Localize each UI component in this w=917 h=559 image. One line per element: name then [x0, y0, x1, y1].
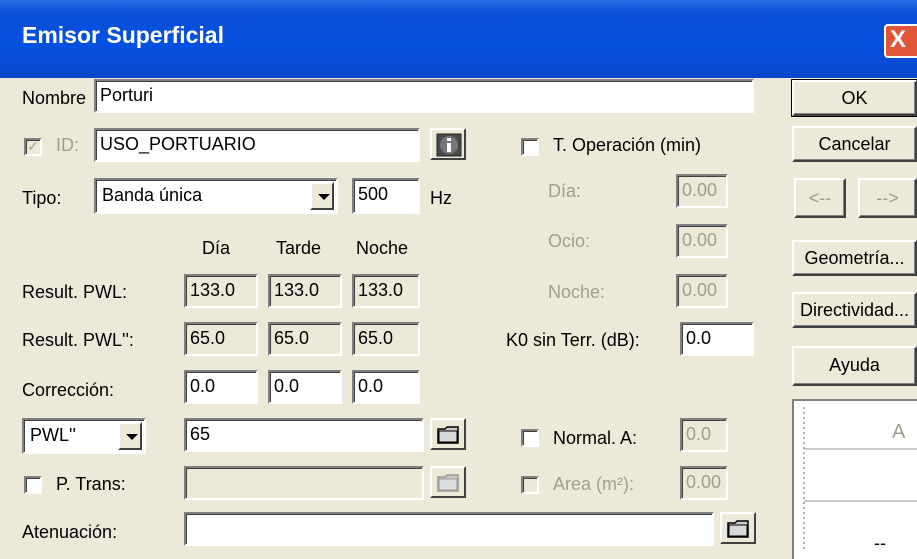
k0-label: K0 sin Terr. (dB):: [506, 330, 640, 350]
toperacion-label: T. Operación (min): [553, 135, 702, 155]
noche-label: Noche:: [548, 282, 606, 302]
preview-bottom-label: --: [874, 533, 886, 553]
tipo-label: Tipo:: [22, 188, 62, 208]
tipo-select[interactable]: Banda única: [94, 178, 338, 214]
cancel-button[interactable]: Cancelar: [792, 126, 917, 162]
col-dia: Día: [202, 238, 231, 258]
id-input[interactable]: USO_PORTUARIO: [94, 128, 420, 162]
correccion-dia[interactable]: 0.0: [184, 370, 258, 404]
correccion-tarde[interactable]: 0.0: [268, 370, 342, 404]
normal-checkbox[interactable]: [521, 429, 539, 447]
ayuda-button[interactable]: Ayuda: [792, 346, 917, 386]
ptrans-browse-button[interactable]: [430, 466, 466, 498]
pwl-value-input[interactable]: 65: [184, 418, 424, 452]
frequency-unit: Hz: [430, 188, 452, 208]
col-noche: Noche: [356, 238, 409, 258]
info-icon: [436, 133, 462, 157]
area-label: Area (m²):: [553, 474, 634, 494]
area-checkbox[interactable]: [521, 476, 539, 494]
window-title: Emisor Superficial: [22, 22, 224, 48]
pwl-type-value: PWL'': [30, 425, 76, 445]
col-tarde: Tarde: [276, 238, 322, 258]
ptrans-label: P. Trans:: [56, 474, 126, 494]
preview-corner-label: A: [892, 421, 906, 443]
pwl-noche: 133.0: [352, 274, 420, 308]
atenuacion-input[interactable]: [184, 512, 714, 546]
toperacion-checkbox[interactable]: [521, 138, 539, 156]
normal-label: Normal. A:: [553, 428, 638, 448]
dia-input[interactable]: 0.00: [676, 174, 728, 208]
area-input[interactable]: 0.00: [680, 466, 728, 500]
correccion-label: Corrección:: [22, 380, 115, 400]
folder-icon: [437, 474, 459, 492]
folder-icon: [727, 520, 749, 538]
close-icon: X: [890, 26, 907, 53]
pwl2-noche: 65.0: [352, 322, 420, 356]
tipo-select-value: Banda única: [102, 185, 203, 205]
nombre-label: Nombre: [22, 88, 87, 108]
atenuacion-label: Atenuación:: [22, 522, 118, 542]
normal-input[interactable]: 0.0: [680, 418, 728, 452]
folder-icon: [437, 426, 459, 444]
nombre-input[interactable]: Porturi: [94, 79, 754, 113]
next-button[interactable]: -->: [858, 178, 917, 218]
chevron-down-icon[interactable]: [118, 422, 142, 450]
ocio-input[interactable]: 0.00: [676, 224, 728, 258]
pwl-label: Result. PWL:: [22, 282, 128, 302]
geometria-button[interactable]: Geometría...: [792, 240, 917, 276]
k0-input[interactable]: 0.0: [680, 322, 754, 356]
id-checkbox[interactable]: ✓: [24, 138, 42, 156]
dia-label: Día:: [548, 181, 582, 201]
pwl-dia: 133.0: [184, 274, 258, 308]
info-button[interactable]: [430, 128, 466, 160]
pwl-browse-button[interactable]: [430, 418, 466, 450]
pwl-tarde: 133.0: [268, 274, 342, 308]
atenuacion-browse-button[interactable]: [720, 512, 756, 544]
pwl2-tarde: 65.0: [268, 322, 342, 356]
frequency-input[interactable]: 500: [352, 178, 420, 214]
close-button[interactable]: X: [884, 24, 917, 58]
directividad-button[interactable]: Directividad...: [792, 292, 917, 328]
chevron-down-icon[interactable]: [310, 182, 334, 210]
noche-input[interactable]: 0.00: [676, 274, 728, 308]
pwl-type-select[interactable]: PWL'': [22, 418, 146, 454]
ptrans-input[interactable]: [184, 466, 424, 500]
title-bar: Emisor Superficial X: [0, 0, 917, 78]
ptrans-checkbox[interactable]: [24, 476, 42, 494]
id-label: ID:: [56, 135, 80, 155]
correccion-noche[interactable]: 0.0: [352, 370, 420, 404]
dialog-body: Nombre Porturi ✓ ID: USO_PORTUARIO T. Op…: [0, 78, 917, 559]
prev-button[interactable]: <--: [794, 178, 846, 218]
pwl2-label: Result. PWL'':: [22, 330, 134, 350]
preview-panel: A --: [792, 399, 917, 559]
ok-button[interactable]: OK: [791, 79, 917, 117]
pwl2-dia: 65.0: [184, 322, 258, 356]
ocio-label: Ocio:: [548, 231, 591, 251]
